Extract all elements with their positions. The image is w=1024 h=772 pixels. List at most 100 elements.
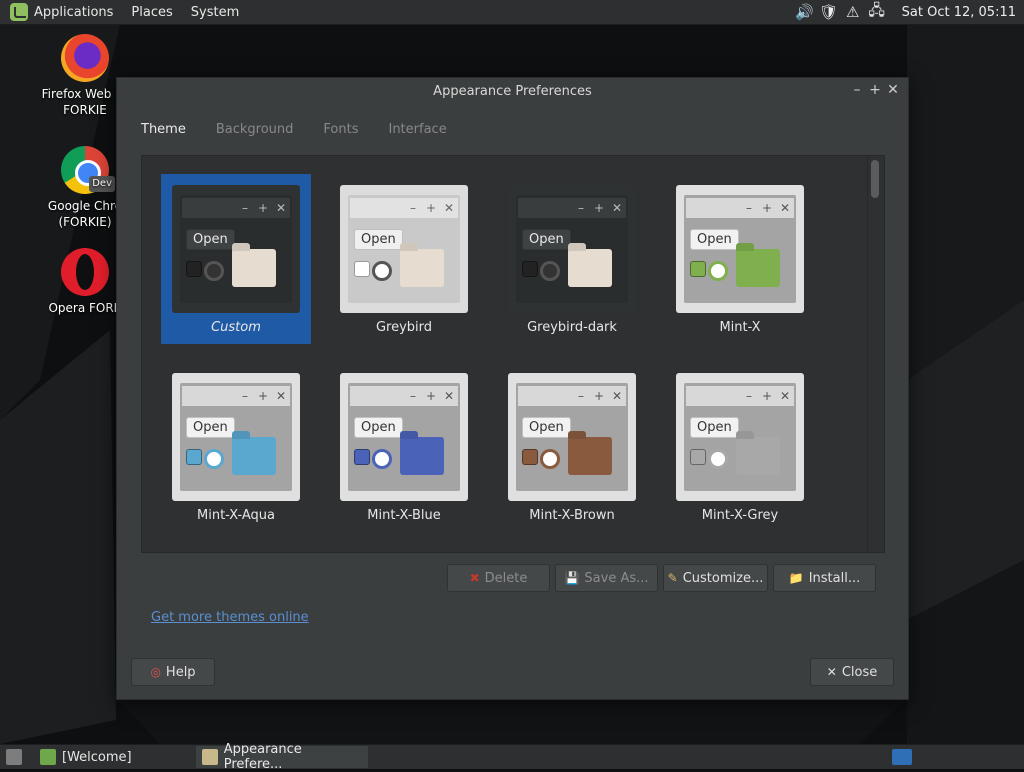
theme-name: Mint-X-Grey [701,508,779,523]
save-icon: 💾 [564,571,580,585]
minimize-icon[interactable]: – [848,82,866,98]
theme-preview: – + ✕ Open [340,185,468,313]
preview-open-button: Open [354,229,403,250]
appearance-preferences-window: Appearance Preferences – + ✕ Theme Backg… [116,77,909,700]
folder-icon: 📁 [788,571,804,585]
window-titlebar[interactable]: Appearance Preferences – + ✕ [117,78,908,104]
window-controls: – + ✕ [848,82,902,98]
preview-checkbox [522,449,538,465]
menu-applications[interactable]: Applications [34,5,113,20]
preview-open-button: Open [690,417,739,438]
close-button[interactable]: ✕ Close [810,658,894,686]
theme-grid: – + ✕ Open Mint-X-Grey – + ✕ Open Mint-X-Brown – + ✕… [141,155,885,553]
taskbar-item-appearance[interactable]: Appearance Prefere... [196,742,368,772]
theme-name: Greybird [375,320,433,335]
theme-name: Mint-X-Brown [529,508,615,523]
preview-radio [204,449,224,469]
top-panel: Applications Places System 🔊 🛡 ⚠ 🖧 Sat O… [0,0,1024,25]
speaker-icon[interactable]: 🔊 [794,2,816,22]
theme-preview: – + ✕ Open [676,185,804,313]
preview-checkbox [186,261,202,277]
window-title: Appearance Preferences [433,83,592,99]
theme-item[interactable]: – + ✕ Open Mint-X-Aqua [161,362,311,532]
shield-update-icon[interactable]: 🛡 [818,2,840,22]
tab-interface[interactable]: Interface [388,122,446,137]
preview-checkbox [690,449,706,465]
preview-radio [372,449,392,469]
workspace-switcher[interactable] [886,746,924,768]
install-button[interactable]: 📁 Install... [773,564,876,592]
preview-radio [708,261,728,281]
folder-icon [736,437,780,475]
theme-item[interactable]: – + ✕ Open Custom [161,174,311,344]
dev-badge: Dev [89,176,115,192]
theme-item[interactable]: – + ✕ Open Mint-X [665,174,815,344]
tab-fonts[interactable]: Fonts [323,122,358,137]
preview-radio [540,261,560,281]
taskbar-item-welcome[interactable]: [Welcome] [34,746,196,768]
help-button[interactable]: ◎ Help [131,658,215,686]
theme-item[interactable]: – + ✕ Open Mint-X-Brown [497,362,647,532]
theme-preview: – + ✕ Open [676,373,804,501]
preview-open-button: Open [186,229,235,250]
folder-icon [568,437,612,475]
folder-icon [736,249,780,287]
folder-icon [400,437,444,475]
preview-checkbox [186,449,202,465]
theme-item[interactable]: – + ✕ Open Greybird-dark [497,174,647,344]
menu-system[interactable]: System [191,5,239,20]
theme-item[interactable]: – + ✕ Open Mint-X-Blue [329,362,479,532]
preview-open-button: Open [354,417,403,438]
preview-radio [708,449,728,469]
theme-item[interactable]: – + ✕ Open Greybird [329,174,479,344]
mint-welcome-icon [40,749,56,765]
preview-open-button: Open [186,417,235,438]
workspace-icon [892,749,912,765]
theme-preview: – + ✕ Open [340,373,468,501]
folder-icon [568,249,612,287]
theme-preview: – + ✕ Open [508,185,636,313]
tab-background[interactable]: Background [216,122,294,137]
theme-name: Mint-X [719,320,761,335]
menu-places[interactable]: Places [131,5,172,20]
show-desktop-button[interactable] [0,746,34,768]
delete-button[interactable]: ✖ Delete [447,564,550,592]
appearance-icon [202,749,218,765]
save-as-button[interactable]: 💾 Save As... [555,564,658,592]
scrollbar-thumb[interactable] [871,160,879,198]
theme-grid-scrollbar[interactable] [867,156,884,552]
tab-bar: Theme Background Fonts Interface [141,122,477,137]
mint-menu-icon[interactable] [10,3,28,21]
network-icon[interactable]: 🖧 [866,1,888,22]
folder-icon [232,437,276,475]
alert-icon[interactable]: ⚠ [842,2,864,22]
help-icon: ◎ [150,665,161,679]
close-icon: ✕ [826,665,837,679]
preview-open-button: Open [690,229,739,250]
maximize-icon[interactable]: + [866,82,884,98]
bottom-taskbar: [Welcome] Appearance Prefere... [0,742,1024,772]
theme-name: Mint-X-Blue [367,508,441,523]
preview-radio [204,261,224,281]
firefox-icon [61,34,109,82]
delete-icon: ✖ [469,571,480,585]
theme-name: Greybird-dark [527,320,617,335]
more-themes-link[interactable]: Get more themes online [151,610,309,625]
customize-button[interactable]: ✎ Customize... [663,564,768,592]
preview-checkbox [522,261,538,277]
preview-radio [540,449,560,469]
preview-checkbox [354,449,370,465]
theme-name: Mint-X-Aqua [197,508,275,523]
preview-radio [372,261,392,281]
chrome-dev-icon: Dev [61,146,115,194]
customize-icon: ✎ [667,571,678,585]
folder-icon [400,249,444,287]
theme-preview: – + ✕ Open [508,373,636,501]
clock[interactable]: Sat Oct 12, 05:11 [902,5,1016,20]
theme-preview: – + ✕ Open [172,373,300,501]
theme-item[interactable]: – + ✕ Open Mint-X-Grey [665,362,815,532]
tab-theme[interactable]: Theme [141,122,186,137]
opera-icon [61,248,109,296]
taskbar-item-label: [Welcome] [62,749,132,765]
close-icon[interactable]: ✕ [884,82,902,98]
